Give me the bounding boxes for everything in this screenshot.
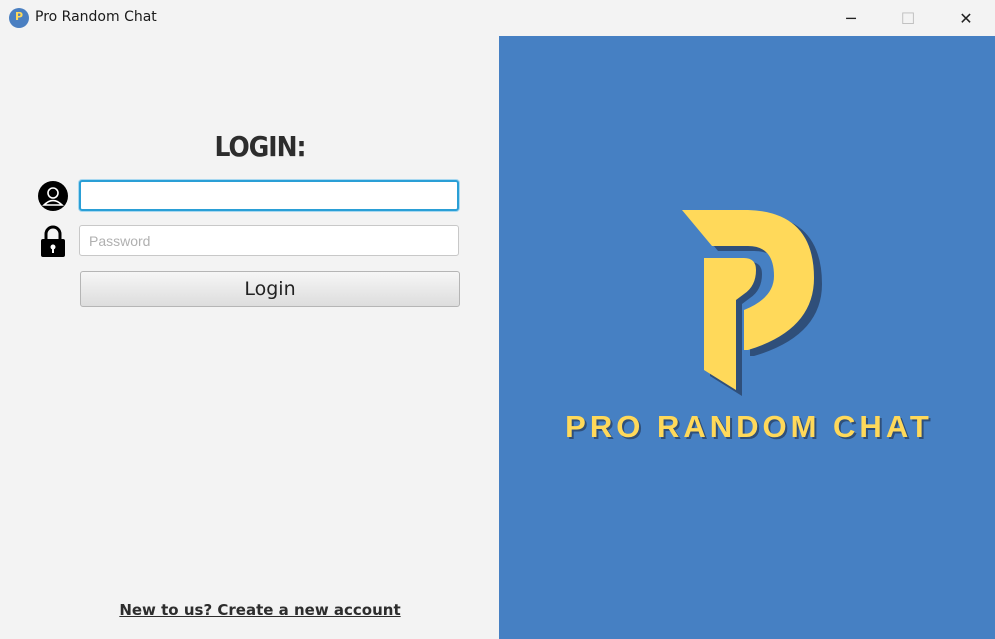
create-account-link[interactable]: New to us? Create a new account bbox=[0, 601, 520, 619]
login-button[interactable]: Login bbox=[80, 271, 460, 307]
close-button[interactable]: ✕ bbox=[943, 0, 989, 36]
user-icon bbox=[38, 181, 68, 211]
title-bar: P Pro Random Chat ─ ☐ ✕ bbox=[0, 0, 995, 36]
minimize-button[interactable]: ─ bbox=[828, 0, 874, 36]
login-panel: LOGIN: Login New to us? Create a new acc… bbox=[0, 36, 499, 639]
app-logo-icon: P bbox=[9, 8, 29, 28]
login-heading: LOGIN: bbox=[214, 130, 306, 163]
username-field[interactable] bbox=[79, 180, 459, 211]
lock-icon bbox=[41, 225, 65, 257]
pro-random-chat-logo bbox=[682, 210, 822, 396]
password-field[interactable] bbox=[79, 225, 459, 256]
window-title: Pro Random Chat bbox=[35, 9, 157, 25]
brand-panel: PRO RANDOM CHAT bbox=[499, 36, 995, 639]
brand-name: PRO RANDOM CHAT bbox=[565, 409, 933, 444]
maximize-button[interactable]: ☐ bbox=[885, 0, 931, 36]
